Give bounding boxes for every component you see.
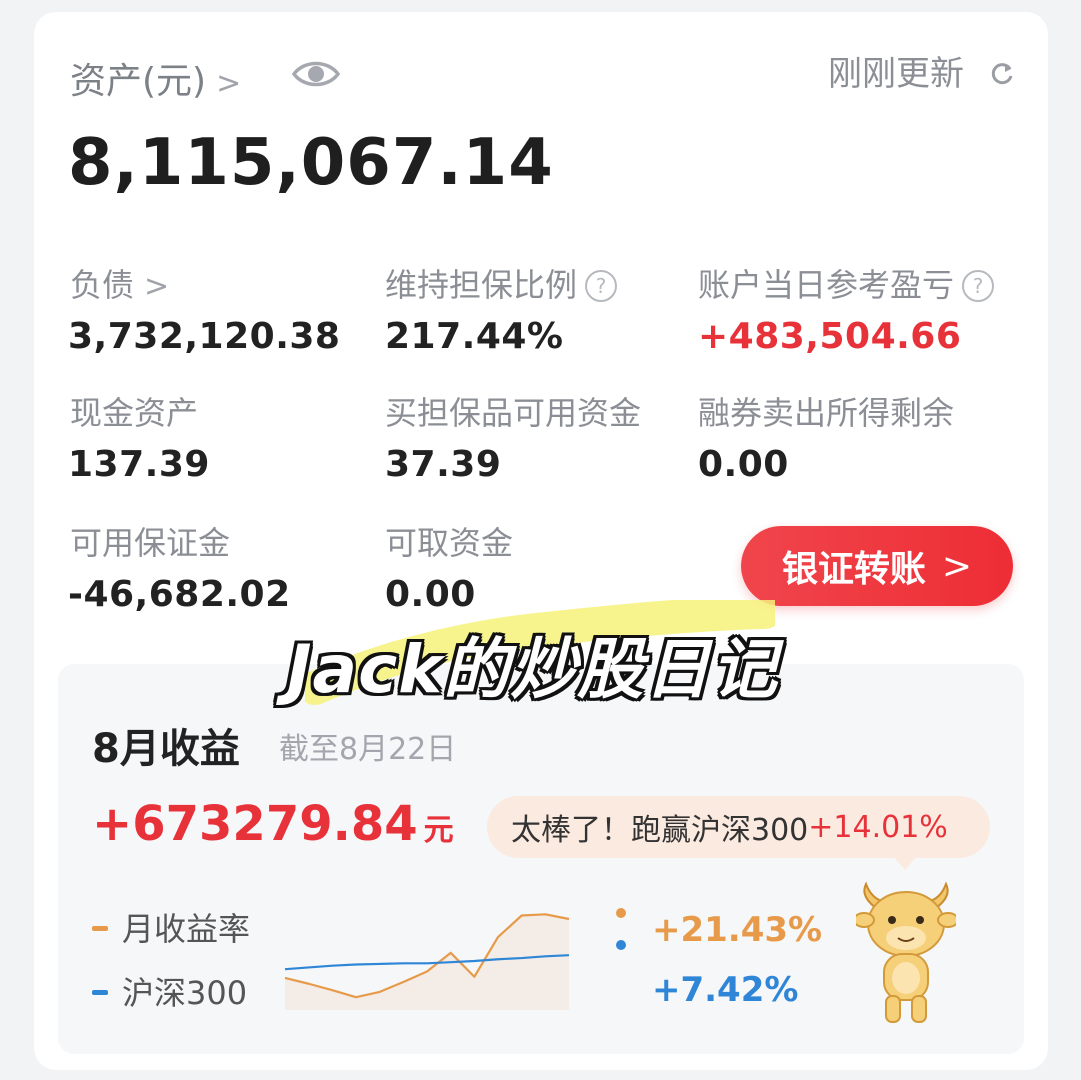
available-margin-label: 可用保证金 bbox=[70, 524, 231, 562]
chevron-right-icon: > bbox=[941, 545, 973, 587]
monthly-title: 8月收益 bbox=[92, 726, 240, 772]
maintenance-ratio-value: 217.44% bbox=[385, 316, 564, 357]
liability-value: 3,732,120.38 bbox=[68, 316, 341, 357]
available-margin-value: -46,682.02 bbox=[68, 574, 291, 615]
as-of-date: 截至8月22日 bbox=[279, 732, 457, 767]
refresh-icon bbox=[989, 56, 1015, 96]
chevron-right-icon: > bbox=[144, 269, 170, 304]
assets-label: 资产(元) bbox=[70, 61, 207, 102]
bubble-text: 太棒了！跑赢沪深300 bbox=[511, 813, 809, 848]
legend-swatch-blue bbox=[92, 990, 108, 995]
question-circle-icon[interactable]: ? bbox=[585, 270, 618, 302]
mini-line-chart bbox=[284, 913, 570, 1010]
legend-return-label: 月收益率 bbox=[122, 910, 251, 948]
legend-index: 沪深300 bbox=[92, 968, 247, 1014]
bubble-tail bbox=[893, 856, 917, 870]
legend-index-label: 沪深300 bbox=[122, 974, 248, 1012]
collateral-funds-label: 买担保品可用资金 bbox=[385, 394, 642, 432]
cash-assets-label: 现金资产 bbox=[70, 394, 199, 432]
short-sale-remaining-label: 融券卖出所得剩余 bbox=[698, 394, 955, 432]
monthly-amount-unit: 元 bbox=[423, 813, 454, 848]
monthly-amount-value: +673279.84 bbox=[92, 796, 418, 852]
maintenance-ratio-header: 维持担保比例? bbox=[385, 260, 618, 306]
index-dot bbox=[616, 940, 626, 950]
liability-link[interactable]: 负债 > bbox=[70, 260, 169, 306]
assets-header[interactable]: 资产(元) > bbox=[70, 52, 241, 104]
return-value: +21.43% bbox=[652, 910, 823, 950]
total-assets-value: 8,115,067.14 bbox=[68, 126, 554, 200]
daily-pnl-header: 账户当日参考盈亏? bbox=[698, 260, 995, 306]
cash-assets-value: 137.39 bbox=[68, 444, 210, 485]
maintenance-ratio-label: 维持担保比例 bbox=[385, 266, 578, 304]
update-status[interactable]: 刚刚更新 bbox=[828, 46, 1015, 96]
withdrawable-label: 可取资金 bbox=[385, 524, 514, 562]
index-value: +7.42% bbox=[652, 970, 799, 1010]
bubble-value: +14.01% bbox=[808, 809, 948, 845]
question-circle-icon[interactable]: ? bbox=[962, 270, 995, 302]
chevron-right-icon: > bbox=[216, 66, 242, 101]
bank-transfer-label: 银证转账 bbox=[781, 549, 926, 590]
short-sale-remaining-value: 0.00 bbox=[698, 444, 789, 485]
legend-swatch-orange bbox=[92, 926, 108, 931]
daily-pnl-value: +483,504.66 bbox=[698, 316, 962, 357]
collateral-funds-value: 37.39 bbox=[385, 444, 502, 485]
bank-transfer-button[interactable]: 银证转账 > bbox=[741, 526, 1013, 606]
monthly-amount: +673279.84 元 bbox=[92, 796, 454, 852]
return-dot bbox=[616, 908, 626, 918]
updated-label: 刚刚更新 bbox=[828, 54, 964, 94]
eye-icon[interactable] bbox=[291, 56, 341, 96]
overlay-title: Jack的炒股日记 bbox=[287, 631, 779, 708]
comparison-bubble: 太棒了！跑赢沪深300 +14.01% bbox=[487, 796, 990, 858]
bull-mascot-icon bbox=[853, 880, 959, 1030]
return-area bbox=[285, 914, 569, 1010]
daily-pnl-label: 账户当日参考盈亏 bbox=[698, 266, 955, 304]
liability-label: 负债 bbox=[70, 266, 135, 304]
legend-return: 月收益率 bbox=[92, 904, 250, 950]
